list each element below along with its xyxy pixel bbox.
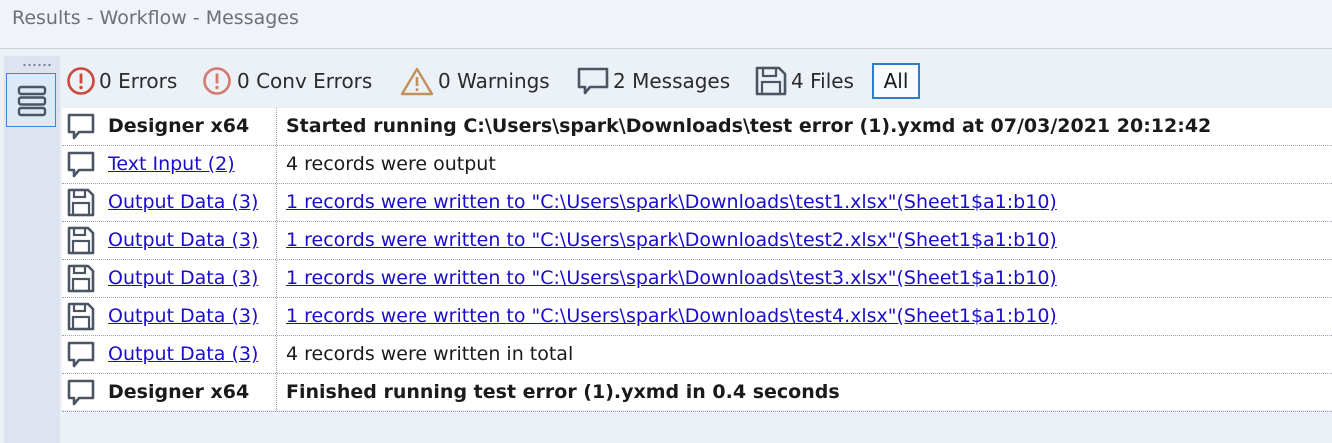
conv-error-circle-icon (203, 67, 231, 95)
messages-table: Designer x64 Started running C:\Users\spa… (62, 108, 1332, 412)
tool-name: Designer x64 (108, 381, 250, 403)
file-save-icon (66, 264, 96, 294)
column-separator (276, 374, 277, 411)
message-text: 4 records were written in total (286, 343, 574, 365)
conv-errors-filter[interactable]: 0 Conv Errors (200, 64, 372, 98)
column-separator (276, 260, 277, 297)
messages-label: 2 Messages (613, 69, 731, 93)
window-title: Results - Workflow - Messages (12, 7, 299, 29)
tool-link[interactable]: Output Data (3) (108, 184, 258, 221)
column-separator (276, 146, 277, 183)
message-row[interactable]: Designer x64 Started running C:\Users\spa… (62, 108, 1332, 146)
warnings-filter[interactable]: 0 Warnings (399, 64, 550, 98)
message-file-link[interactable]: 1 records were written to "C:\Users\spar… (286, 184, 1057, 221)
column-separator (276, 108, 277, 145)
file-save-icon (66, 226, 96, 256)
message-bubble-icon (66, 150, 96, 180)
tool-name: Designer x64 (108, 115, 250, 137)
message-row[interactable]: Output Data (3) 1 records were written to… (62, 184, 1332, 222)
message-text: 4 records were output (286, 153, 496, 175)
list-panel-button[interactable] (6, 73, 56, 127)
file-save-icon (66, 188, 96, 218)
message-row[interactable]: Output Data (3) 1 records were written to… (62, 298, 1332, 336)
errors-label: 0 Errors (99, 69, 178, 93)
column-separator (276, 222, 277, 259)
drag-grip-handle[interactable] (22, 63, 52, 67)
message-file-link[interactable]: 1 records were written to "C:\Users\spar… (286, 298, 1057, 335)
conv-errors-label: 0 Conv Errors (237, 69, 373, 93)
file-save-icon (755, 66, 787, 96)
message-row[interactable]: Designer x64 Finished running test error … (62, 374, 1332, 412)
files-label: 4 Files (791, 69, 854, 93)
all-label: All (883, 69, 909, 93)
list-panel-icon (17, 85, 47, 117)
message-filter-toolbar: 0 Errors 0 Conv Errors 0 Warnings 2 Mess… (62, 58, 1332, 104)
tool-link[interactable]: Output Data (3) (108, 298, 258, 335)
title-bar: Results - Workflow - Messages (0, 0, 1332, 49)
warning-triangle-icon (400, 67, 434, 96)
message-bubble-icon (577, 67, 609, 95)
message-file-link[interactable]: 1 records were written to "C:\Users\spar… (286, 222, 1057, 259)
tool-link[interactable]: Output Data (3) (108, 260, 258, 297)
files-filter[interactable]: 4 Files (754, 64, 854, 98)
column-separator (276, 298, 277, 335)
message-row[interactable]: Output Data (3) 1 records were written to… (62, 260, 1332, 298)
column-separator (276, 184, 277, 221)
tool-link[interactable]: Output Data (3) (108, 222, 258, 259)
tool-link[interactable]: Output Data (3) (108, 336, 258, 373)
warnings-label: 0 Warnings (438, 69, 550, 93)
message-row[interactable]: Output Data (3) 1 records were written to… (62, 222, 1332, 260)
message-row[interactable]: Output Data (3) 4 records were written in… (62, 336, 1332, 374)
column-separator (276, 336, 277, 373)
message-row[interactable]: Text Input (2) 4 records were output (62, 146, 1332, 184)
message-bubble-icon (66, 378, 96, 408)
tool-link[interactable]: Text Input (2) (108, 146, 235, 183)
message-text: Started running C:\Users\spark\Downloads… (286, 115, 1212, 137)
all-filter-button[interactable]: All (872, 63, 920, 99)
message-file-link[interactable]: 1 records were written to "C:\Users\spar… (286, 260, 1057, 297)
errors-filter[interactable]: 0 Errors (66, 64, 177, 98)
file-save-icon (66, 302, 96, 332)
messages-filter[interactable]: 2 Messages (576, 64, 730, 98)
message-bubble-icon (66, 340, 96, 370)
error-circle-icon (67, 67, 95, 95)
message-bubble-icon (66, 112, 96, 142)
message-text: Finished running test error (1).yxmd in … (286, 381, 840, 403)
